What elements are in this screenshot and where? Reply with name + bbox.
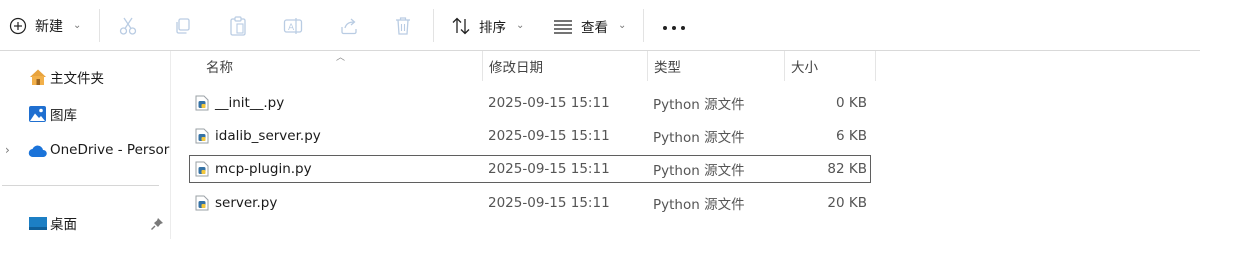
- file-type: Python 源文件: [653, 197, 745, 213]
- onedrive-cloud-icon: [28, 145, 47, 158]
- toolbar-divider: [433, 9, 434, 42]
- column-divider[interactable]: [875, 51, 876, 81]
- sort-button[interactable]: 排序 ⌄: [451, 0, 524, 51]
- file-size: 82 KB: [827, 161, 867, 177]
- view-button-label: 查看: [581, 19, 608, 36]
- file-type: Python 源文件: [653, 130, 745, 146]
- sidebar-item-home[interactable]: 主文件夹: [0, 64, 170, 90]
- sidebar-item-label: 主文件夹: [50, 71, 104, 87]
- delete-icon: [396, 16, 410, 35]
- chevron-down-icon: ⌄: [618, 20, 627, 31]
- paste-icon: [230, 15, 246, 36]
- chevron-down-icon: ⌄: [516, 20, 525, 31]
- file-date: 2025-09-15 15:11: [488, 161, 610, 177]
- chevron-right-icon[interactable]: ›: [5, 143, 10, 157]
- file-row[interactable]: server.py 2025-09-15 15:11 Python 源文件 20…: [189, 189, 871, 217]
- gallery-icon: [29, 106, 46, 122]
- column-header-size[interactable]: 大小: [791, 51, 818, 81]
- rename-icon: A: [283, 17, 303, 34]
- sidebar-item-gallery[interactable]: 图库: [0, 101, 170, 127]
- sidebar-item-label: 桌面: [50, 217, 77, 233]
- command-bar: 新建 ⌄ A 排序 ⌄ 查看 ⌄: [0, 0, 1200, 51]
- sort-ascending-icon: ︿: [336, 53, 346, 63]
- copy-icon: [176, 17, 190, 34]
- file-row[interactable]: __init__.py 2025-09-15 15:11 Python 源文件 …: [189, 89, 871, 117]
- sidebar-item-label: OneDrive - Persor: [50, 142, 170, 158]
- toolbar-divider: [643, 9, 644, 42]
- share-icon: [341, 18, 357, 34]
- file-name: server.py: [215, 195, 278, 211]
- sort-button-label: 排序: [479, 19, 506, 36]
- column-header-type[interactable]: 类型: [654, 51, 681, 81]
- sidebar-item-desktop[interactable]: 桌面: [0, 210, 170, 236]
- delete-button[interactable]: [394, 0, 412, 51]
- new-button[interactable]: 新建 ⌄: [9, 0, 81, 51]
- column-divider[interactable]: [647, 51, 648, 81]
- new-button-label: 新建: [35, 18, 63, 35]
- file-type: Python 源文件: [653, 163, 745, 179]
- column-header-date[interactable]: 修改日期: [489, 51, 543, 81]
- file-size: 20 KB: [827, 195, 867, 211]
- view-button[interactable]: 查看 ⌄: [553, 0, 626, 51]
- more-options-button[interactable]: [660, 0, 687, 51]
- python-file-icon: [195, 128, 209, 144]
- svg-text:A: A: [288, 23, 295, 33]
- toolbar-divider: [99, 9, 100, 42]
- sidebar-item-label: 图库: [50, 108, 77, 124]
- paste-button[interactable]: [229, 0, 247, 51]
- copy-button[interactable]: [174, 0, 192, 51]
- file-name: idalib_server.py: [215, 128, 321, 144]
- python-file-icon: [195, 161, 209, 177]
- file-date: 2025-09-15 15:11: [488, 128, 610, 144]
- column-divider[interactable]: [482, 51, 483, 81]
- view-icon: [554, 19, 572, 34]
- pin-icon[interactable]: [150, 217, 164, 231]
- desktop-icon: [29, 217, 47, 230]
- python-file-icon: [195, 95, 209, 111]
- home-icon: [30, 69, 46, 85]
- file-row-selected[interactable]: mcp-plugin.py 2025-09-15 15:11 Python 源文…: [189, 155, 871, 183]
- nav-divider: [2, 185, 159, 186]
- file-type: Python 源文件: [653, 97, 745, 113]
- sidebar-item-onedrive[interactable]: › OneDrive - Persor: [0, 137, 170, 163]
- more-icon: [660, 18, 687, 34]
- plus-circle-icon: [9, 17, 27, 34]
- file-date: 2025-09-15 15:11: [488, 95, 610, 111]
- pane-splitter[interactable]: [170, 51, 171, 239]
- cut-button[interactable]: [119, 0, 137, 51]
- column-header-name[interactable]: 名称: [206, 51, 233, 81]
- rename-button[interactable]: A: [283, 0, 303, 51]
- share-button[interactable]: [339, 0, 359, 51]
- sort-icon: [452, 17, 470, 34]
- file-size: 6 KB: [836, 128, 867, 144]
- navigation-pane: 主文件夹 图库 › OneDrive - Persor 桌面: [0, 51, 170, 262]
- file-name: mcp-plugin.py: [215, 161, 312, 177]
- file-name: __init__.py: [215, 95, 285, 111]
- python-file-icon: [195, 195, 209, 211]
- file-row[interactable]: idalib_server.py 2025-09-15 15:11 Python…: [189, 122, 871, 150]
- chevron-down-icon: ⌄: [73, 20, 82, 31]
- cut-icon: [119, 17, 137, 35]
- column-divider[interactable]: [784, 51, 785, 81]
- file-size: 0 KB: [836, 95, 867, 111]
- file-date: 2025-09-15 15:11: [488, 195, 610, 211]
